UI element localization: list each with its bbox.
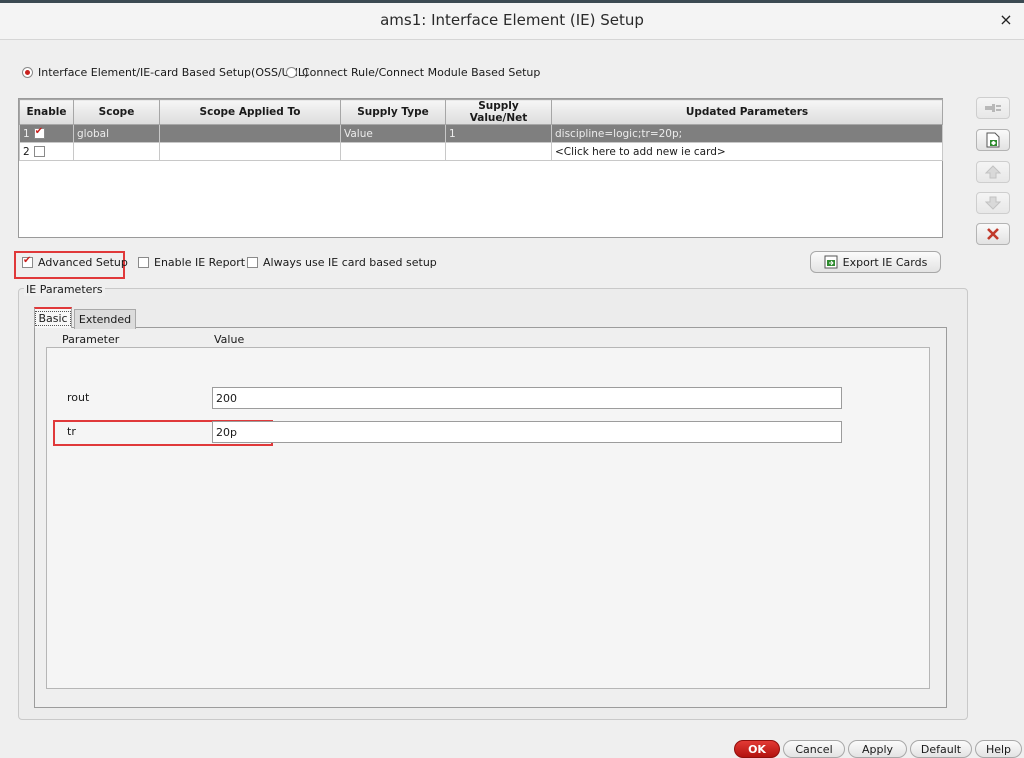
advanced-setup-label: Advanced Setup [38,256,128,269]
apply-button[interactable]: Apply [848,740,907,758]
scope-applied-to-cell[interactable] [159,124,341,143]
delete-button[interactable] [976,223,1010,245]
move-up-button[interactable] [976,161,1010,183]
enable-cell[interactable]: 2 [19,142,74,161]
row-number: 2 [23,145,30,158]
scope-applied-to-cell[interactable] [159,142,341,161]
title-bar: ams1: Interface Element (IE) Setup × [0,0,1024,40]
title-bar-topline [0,0,1024,3]
export-ie-cards-label: Export IE Cards [842,255,928,269]
row-number: 1 [23,127,30,140]
scope-cell[interactable]: global [73,124,160,143]
add-card-icon [986,132,1000,148]
tab-basic[interactable]: Basic [34,307,72,328]
parameter-table-header: Parameter Value [46,331,930,347]
col-header-scope-applied-to[interactable]: Scope Applied To [159,99,341,125]
col-header-scope[interactable]: Scope [73,99,160,125]
add-ie-card-cell[interactable]: <Click here to add new ie card> [551,142,943,161]
move-down-button[interactable] [976,192,1010,214]
export-ie-cards-button[interactable]: Export IE Cards [810,251,941,273]
col-header-value: Value [214,333,245,346]
enable-ie-report-checkbox[interactable] [138,257,149,268]
connector-icon [985,104,1001,112]
arrow-up-icon [985,165,1001,179]
col-header-parameter: Parameter [62,333,120,346]
radio-ie-card-icon[interactable] [22,67,33,78]
export-icon [824,255,838,269]
radio-connect-rule-icon[interactable] [286,67,297,78]
always-use-ie-card-option[interactable]: Always use IE card based setup [247,256,437,269]
col-header-updated-parameters[interactable]: Updated Parameters [551,99,943,125]
col-header-enable[interactable]: Enable [19,99,74,125]
param-value-tr-input[interactable]: 20p [212,421,842,443]
tab-basic-label: Basic [35,311,71,326]
scope-cell[interactable] [73,142,160,161]
always-use-ie-card-label: Always use IE card based setup [263,256,437,269]
enable-ie-report-option[interactable]: Enable IE Report [138,256,245,269]
add-card-button[interactable] [976,129,1010,151]
ie-card-table: Enable Scope Scope Applied To Supply Typ… [18,98,943,238]
col-header-supply-type[interactable]: Supply Type [340,99,446,125]
help-button[interactable]: Help [975,740,1022,758]
close-button[interactable]: × [996,10,1016,30]
window-title: ams1: Interface Element (IE) Setup [380,11,644,29]
col-header-supply-value[interactable]: Supply Value/Net [445,99,552,125]
always-use-ie-card-checkbox[interactable] [247,257,258,268]
updated-parameters-cell[interactable]: discipline=logic;tr=20p; [551,124,943,143]
delete-icon [987,228,999,240]
supply-value-cell[interactable]: 1 [445,124,552,143]
supply-value-cell[interactable] [445,142,552,161]
table-header: Enable Scope Scope Applied To Supply Typ… [19,99,943,125]
advanced-setup-option[interactable]: Advanced Setup [22,255,128,269]
ok-button[interactable]: OK [734,740,780,758]
enable-cell[interactable]: 1 [19,124,74,143]
mode-option-connect-rule-label: Connect Rule/Connect Module Based Setup [302,66,541,79]
mode-option-ie-card[interactable]: Interface Element/IE-card Based Setup(OS… [22,66,308,79]
supply-type-cell[interactable] [340,142,446,161]
connector-button[interactable] [976,97,1010,119]
param-value-rout-input[interactable]: 200 [212,387,842,409]
param-name-rout: rout [67,391,90,404]
mode-option-ie-card-label: Interface Element/IE-card Based Setup(OS… [38,66,309,79]
enable-ie-report-label: Enable IE Report [154,256,246,269]
table-row[interactable]: 1 global Value 1 discipline=logic;tr=20p… [19,124,943,143]
advanced-setup-checkbox[interactable] [22,255,33,268]
row-enable-checkbox[interactable] [33,146,45,157]
mode-option-connect-rule[interactable]: Connect Rule/Connect Module Based Setup [286,66,540,79]
param-name-tr: tr [67,425,76,438]
arrow-down-icon [985,196,1001,210]
supply-type-cell[interactable]: Value [340,124,446,143]
table-row[interactable]: 2 <Click here to add new ie card> [19,142,943,161]
ie-parameters-legend: IE Parameters [24,283,105,296]
row-enable-checkbox[interactable] [33,126,45,139]
tab-extended[interactable]: Extended [74,309,136,329]
default-button[interactable]: Default [910,740,972,758]
cancel-button[interactable]: Cancel [783,740,845,758]
